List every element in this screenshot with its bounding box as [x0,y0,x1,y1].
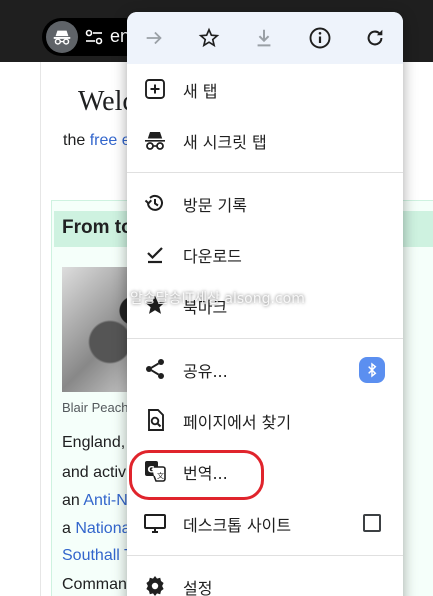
site-settings-icon[interactable] [84,27,104,47]
photo-caption: Blair Peach [62,400,129,415]
add-box-icon [145,79,165,99]
menu-item-label: 방문 기록 [183,196,247,215]
menu-item-label: 공유... [183,362,228,381]
article-line: Command [62,576,136,594]
info-icon [309,27,331,49]
tagline-link[interactable]: free e [90,132,131,149]
menu-item-label: 새 탭 [183,82,218,101]
download-done-icon [147,247,163,264]
menu-item-history[interactable]: 방문 기록 [127,178,403,228]
menu-item-label: 페이지에서 찾기 [183,413,292,432]
history-icon [144,194,163,211]
line-text: Command [62,576,136,593]
incognito-icon [145,132,165,150]
watermark-text: 알송달송IT세상 alsong.com [130,291,305,307]
menu-item-new-incognito-tab[interactable]: 새 시크릿 탭 [127,115,403,165]
menu-divider [127,555,403,556]
forward-button[interactable] [138,22,170,54]
tagline-text: the [63,132,90,149]
article-line: an Anti-Na [62,492,137,510]
menu-item-downloads[interactable]: 다운로드 [127,229,403,279]
arrow-forward-icon [146,31,162,45]
menu-divider [127,172,403,173]
star-outline-icon [198,27,220,48]
page-tagline: the free e [63,132,131,150]
incognito-indicator-icon [46,21,78,53]
menu-item-label: 새 시크릿 탭 [183,133,267,152]
bookmark-star-button[interactable] [193,22,225,54]
line-text: a [62,520,76,537]
desktop-site-checkbox[interactable] [363,514,381,532]
screen: en Welc the free e From to Blair Peach E… [0,0,433,596]
bluetooth-share-button[interactable] [359,357,385,383]
share-icon [146,359,164,379]
menu-item-settings[interactable]: 설정 [127,561,403,596]
menu-item-desktop-site[interactable]: 데스크톱 사이트 [127,498,403,548]
settings-gear-icon [146,576,164,596]
line-text: an [62,492,84,509]
bluetooth-icon [368,362,377,378]
reload-button[interactable] [359,22,391,54]
menu-toolbar [127,12,403,64]
article-line: a National [62,520,134,538]
menu-item-label: 다운로드 [183,247,242,266]
refresh-icon [367,29,383,46]
download-icon [257,29,271,47]
translate-highlight-annotation [129,450,264,500]
article-link[interactable]: Southall T [62,547,134,564]
download-page-button[interactable] [248,22,280,54]
page-info-button[interactable] [304,22,336,54]
menu-divider [127,338,403,339]
menu-item-find-in-page[interactable]: 페이지에서 찾기 [127,395,403,445]
menu-item-label: 데스크톱 사이트 [183,516,292,535]
find-in-page-icon [148,409,164,431]
desktop-icon [144,514,166,533]
article-line: Southall T [62,547,134,565]
article-link[interactable]: National [75,520,134,537]
menu-item-new-tab[interactable]: 새 탭 [127,64,403,114]
menu-item-label: 설정 [183,579,213,596]
